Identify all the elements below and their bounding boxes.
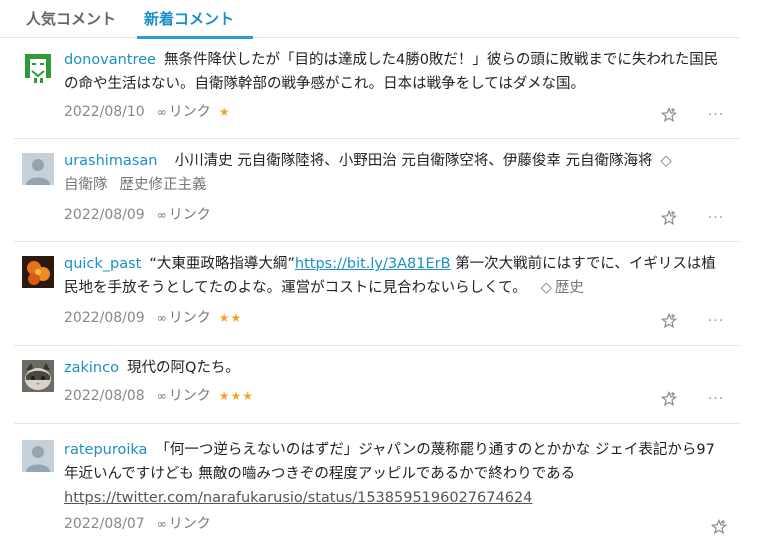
comment-body: zakinco 現代の阿Qたち。 xyxy=(64,356,725,380)
comment-body: ratepuroika 「何一つ逆らえないのはずだ」ジャパンの蔑称罷り通すのとかか… xyxy=(64,438,725,510)
tag-icon: ◇ xyxy=(660,153,672,169)
avatar[interactable] xyxy=(22,440,54,472)
comment-permalink[interactable]: ∞ リンク xyxy=(157,516,211,532)
more-dots-icon[interactable]: ··· xyxy=(707,108,725,124)
comment-item: ratepuroika 「何一つ逆らえないのはずだ」ジャパンの蔑称罷り通すのとかか… xyxy=(14,424,741,551)
comment-meta: 2022/08/10 ∞ リンク ★ xyxy=(64,102,230,122)
comment-date: 2022/08/10 xyxy=(64,104,145,120)
comment-text: 「何一つ逆らえないのはずだ」ジャパンの蔑称罷り通すのとかかな ジェイ表記から97… xyxy=(64,442,715,482)
comment-date: 2022/08/08 xyxy=(64,388,145,404)
link-icon: ∞ xyxy=(156,311,167,325)
comment-permalink[interactable]: ∞ リンク xyxy=(157,388,211,404)
comment-item: zakinco 現代の阿Qたち。 2022/08/08 ∞ リンク ★★★ ··· xyxy=(14,346,741,424)
star-outline-icon[interactable] xyxy=(661,107,677,123)
comment-meta: 2022/08/08 ∞ リンク ★★★ xyxy=(64,386,254,406)
tag-group: ◇ xyxy=(661,153,675,169)
star-outline-icon[interactable] xyxy=(711,519,727,535)
comment-item: donovantree 無条件降伏したが「目的は達成した4勝0敗だ！」彼らの頭に敗… xyxy=(14,38,741,139)
comment-date: 2022/08/09 xyxy=(64,207,145,223)
inline-url-link[interactable]: https://bit.ly/3A81ErB xyxy=(295,256,451,272)
star-rating[interactable]: ★★ xyxy=(219,311,243,325)
tag-icon: ◇ xyxy=(540,280,552,296)
link-icon: ∞ xyxy=(156,517,167,531)
avatar[interactable] xyxy=(22,52,54,84)
tag-link[interactable]: 歴史 xyxy=(555,280,584,296)
tag-link[interactable]: 歴史修正主義 xyxy=(120,177,207,193)
link-icon: ∞ xyxy=(156,208,167,222)
comment-user-link[interactable]: donovantree xyxy=(64,52,156,68)
comment-body: donovantree 無条件降伏したが「目的は達成した4勝0敗だ！」彼らの頭に敗… xyxy=(64,48,725,96)
comment-user-link[interactable]: urashimasan xyxy=(64,153,157,169)
comment-text: 現代の阿Qたち。 xyxy=(126,360,240,376)
comment-tabs: 人気コメント 新着コメント xyxy=(0,0,740,39)
more-dots-icon[interactable]: ··· xyxy=(707,392,725,408)
comment-date: 2022/08/09 xyxy=(64,310,145,326)
comment-meta: 2022/08/07 ∞ リンク xyxy=(64,514,211,534)
comment-permalink[interactable]: ∞ リンク xyxy=(157,207,211,223)
comment-item: urashimasan 小川清史 元自衛隊陸将、小野田治 元自衛隊空将、伊藤俊幸… xyxy=(14,139,741,242)
avatar[interactable] xyxy=(22,256,54,288)
comment-user-link[interactable]: zakinco xyxy=(64,360,119,376)
more-dots-icon[interactable]: ··· xyxy=(707,211,725,227)
tab-popular-comments[interactable]: 人気コメント xyxy=(26,8,116,38)
comment-permalink[interactable]: ∞ リンク xyxy=(157,104,211,120)
link-label: リンク xyxy=(168,310,211,326)
comment-url-link[interactable]: https://twitter.com/narafukarusio/status… xyxy=(64,490,532,506)
comment-body: quick_past “大東亜政略指導大綱”https://bit.ly/3A81… xyxy=(64,252,725,300)
tag-link[interactable]: 自衛隊 xyxy=(64,177,108,193)
more-dots-icon[interactable]: ··· xyxy=(707,314,725,330)
star-rating[interactable]: ★★★ xyxy=(219,389,254,403)
tag-group: ◇ 歴史 xyxy=(541,280,596,296)
star-outline-icon[interactable] xyxy=(661,391,677,407)
comment-user-link[interactable]: quick_past xyxy=(64,256,141,272)
link-icon: ∞ xyxy=(156,389,167,403)
comment-permalink[interactable]: ∞ リンク xyxy=(157,310,211,326)
star-rating[interactable]: ★ xyxy=(219,105,231,119)
star-outline-icon[interactable] xyxy=(661,313,677,329)
comment-text: “大東亜政略指導大綱” xyxy=(149,256,295,272)
link-icon: ∞ xyxy=(156,105,167,119)
tab-new-comments[interactable]: 新着コメント xyxy=(144,8,234,38)
link-label: リンク xyxy=(168,388,211,404)
link-label: リンク xyxy=(168,207,211,223)
comment-text: 小川清史 元自衛隊陸将、小野田治 元自衛隊空将、伊藤俊幸 元自衛隊海将 xyxy=(174,153,653,169)
avatar[interactable] xyxy=(22,153,54,185)
star-outline-icon[interactable] xyxy=(661,210,677,226)
comment-text: 無条件降伏したが「目的は達成した4勝0敗だ！」彼らの頭に敗戦までに失われた国民の… xyxy=(64,52,719,92)
link-label: リンク xyxy=(168,516,211,532)
avatar[interactable] xyxy=(22,360,54,392)
comment-item: quick_past “大東亜政略指導大綱”https://bit.ly/3A81… xyxy=(14,242,741,346)
comment-date: 2022/08/07 xyxy=(64,516,145,532)
comment-user-link[interactable]: ratepuroika xyxy=(64,442,147,458)
comment-body: urashimasan 小川清史 元自衛隊陸将、小野田治 元自衛隊空将、伊藤俊幸… xyxy=(64,149,725,197)
comment-meta: 2022/08/09 ∞ リンク ★★ xyxy=(64,308,242,328)
link-label: リンク xyxy=(168,104,211,120)
comment-meta: 2022/08/09 ∞ リンク xyxy=(64,205,211,225)
